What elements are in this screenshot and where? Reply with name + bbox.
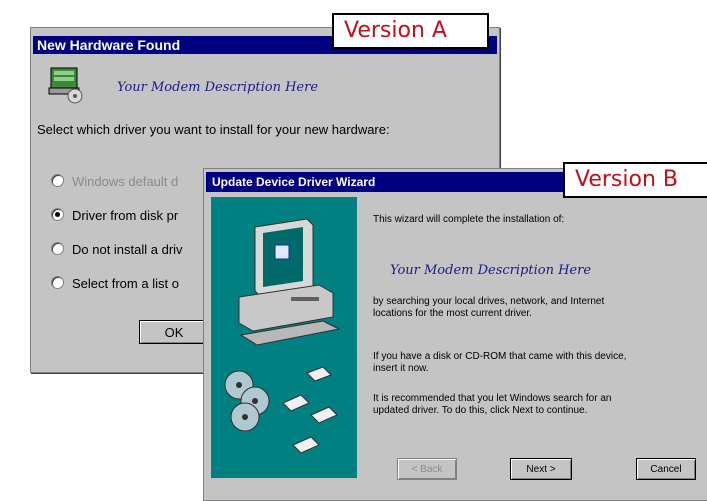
window-title: New Hardware Found	[37, 37, 181, 53]
recommend-text-line-2: updated driver. To do this, click Next t…	[373, 405, 588, 416]
back-button[interactable]: < Back	[397, 458, 457, 480]
version-b-label: Version B	[563, 162, 707, 198]
option-select-from-list[interactable]: Select from a list o	[51, 276, 179, 291]
modem-description: Your Modem Description Here	[390, 263, 592, 278]
ok-button[interactable]: OK	[139, 320, 209, 344]
intro-text: This wizard will complete the installati…	[373, 214, 565, 225]
wizard-computer-illustration	[211, 197, 357, 478]
disk-text-line-1: If you have a disk or CD-ROM that came w…	[373, 351, 627, 362]
recommend-text-line-1: It is recommended that you let Windows s…	[373, 393, 612, 404]
driver-prompt: Select which driver you want to install …	[37, 122, 390, 137]
search-text-line-2: locations for the most current driver.	[373, 308, 532, 319]
search-text-line-1: by searching your local drives, network,…	[373, 296, 605, 307]
option-driver-from-disk[interactable]: Driver from disk pr	[51, 208, 178, 223]
window-title: Update Device Driver Wizard	[212, 175, 376, 189]
disk-text-line-2: insert it now.	[373, 363, 429, 374]
next-button[interactable]: Next >	[510, 458, 572, 480]
update-device-driver-wizard: Update Device Driver Wizard This wizard …	[203, 168, 707, 501]
option-do-not-install[interactable]: Do not install a driv	[51, 242, 183, 257]
modem-description: Your Modem Description Here	[117, 80, 319, 95]
radio-button-selected[interactable]	[51, 208, 64, 221]
radio-button[interactable]	[51, 242, 64, 255]
radio-button[interactable]	[51, 174, 64, 187]
version-a-label: Version A	[332, 13, 489, 49]
option-windows-default[interactable]: Windows default d	[51, 174, 178, 189]
hardware-icon	[48, 67, 83, 104]
cancel-button[interactable]: Cancel	[636, 458, 696, 480]
radio-button[interactable]	[51, 276, 64, 289]
